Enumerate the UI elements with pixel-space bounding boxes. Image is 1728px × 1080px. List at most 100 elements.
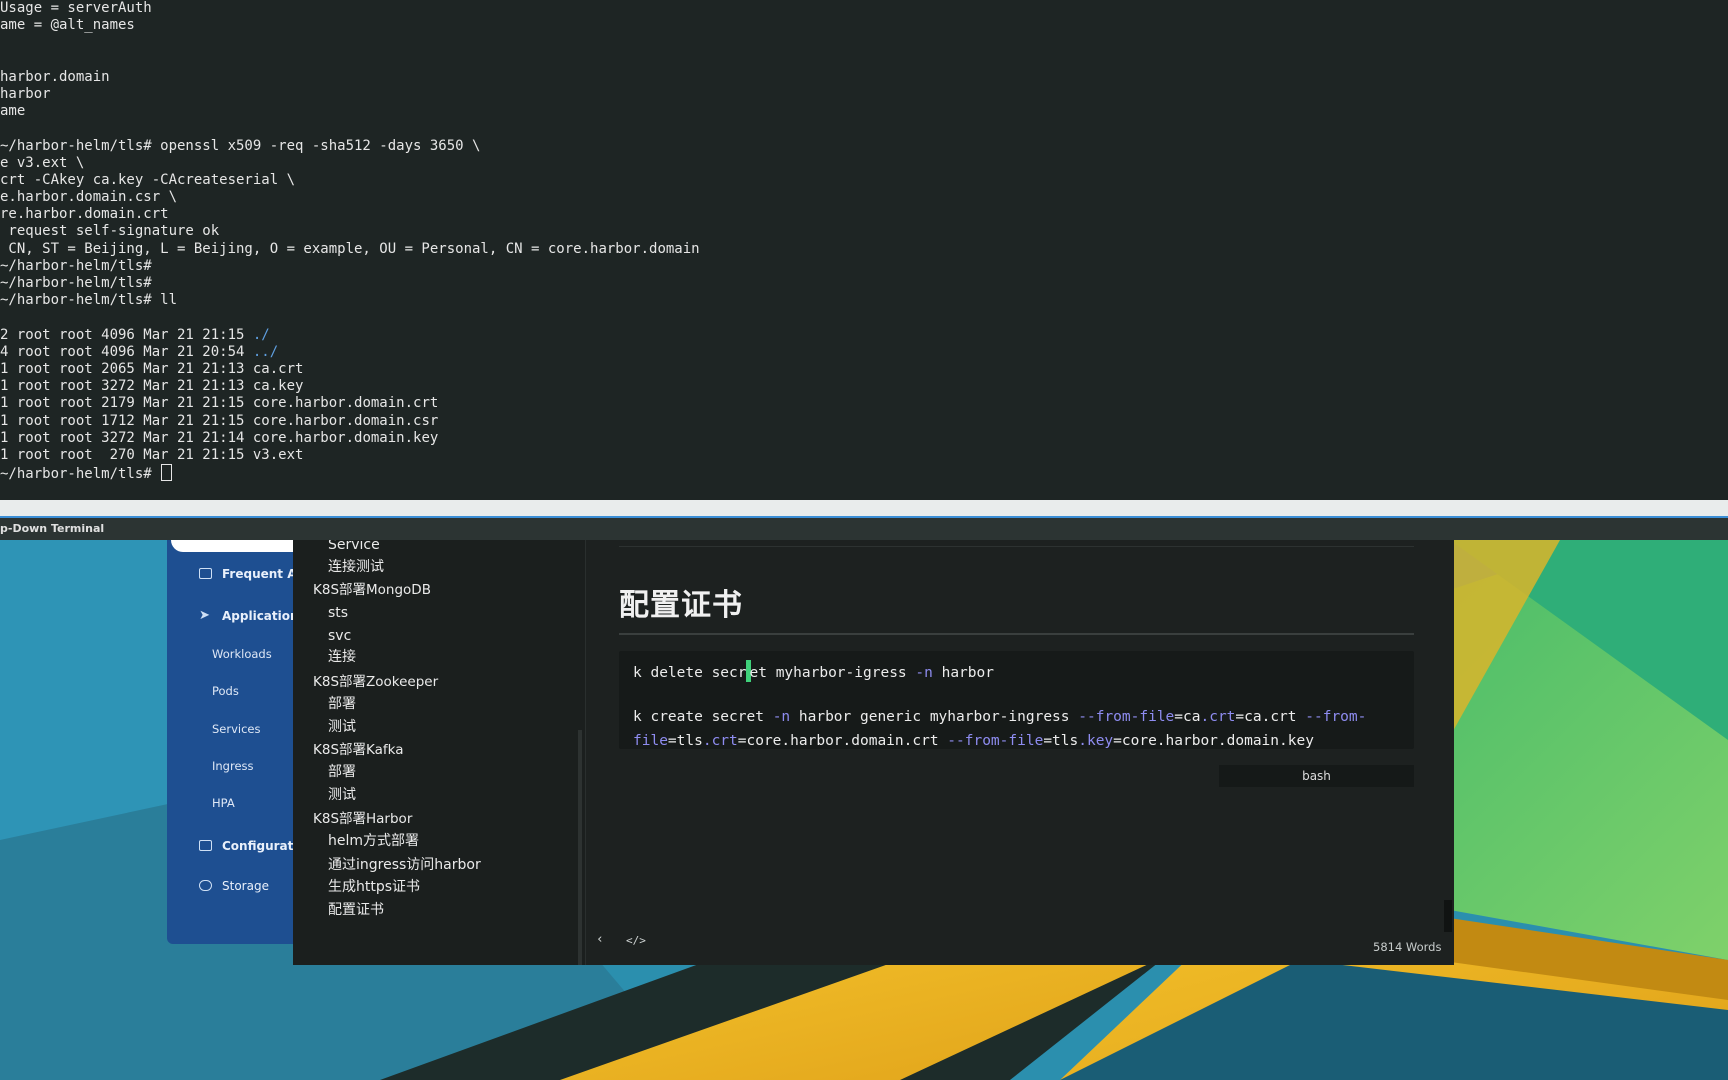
top-divider <box>619 546 1414 547</box>
send-icon: ➤ <box>199 608 210 623</box>
code-text: =ca <box>1174 709 1201 725</box>
outline-item[interactable]: 连接测试 <box>328 557 384 577</box>
briefcase-icon <box>199 840 212 851</box>
nav-pods[interactable]: Pods <box>212 681 239 701</box>
nav-hpa[interactable]: HPA <box>212 793 235 813</box>
word-count[interactable]: 5814 Words <box>1373 940 1441 954</box>
nav-label: Applications <box>222 609 297 623</box>
outline-item[interactable]: 生成https证书 <box>328 877 420 897</box>
nav-storage[interactable]: Storage <box>167 874 297 898</box>
code-text: k create secret <box>633 709 773 725</box>
outline-item[interactable]: 部署 <box>328 762 356 782</box>
markdown-editor[interactable]: 配置证书 k delete secr et myharbor-igress -n … <box>585 540 1454 965</box>
terminal-line: harbor <box>0 85 51 102</box>
terminal-line: ~/harbor-helm/tls# <box>0 257 152 274</box>
outline-item[interactable]: 测试 <box>328 717 356 737</box>
terminal-line: ~/harbor-helm/tls# ll <box>0 292 178 309</box>
outline-item[interactable]: K8S部署Zookeeper <box>313 672 438 692</box>
terminal-prompt[interactable]: ~/harbor-helm/tls# <box>0 464 1728 483</box>
outline-scrollbar[interactable] <box>578 730 582 965</box>
outline-item[interactable]: K8S部署MongoDB <box>313 580 431 600</box>
listing-row: 1 root root 3272 Mar 21 21:14 core.harbo… <box>0 430 1728 447</box>
terminal-output: Usage = serverAuth ame = @alt_namesharbor… <box>0 0 1728 327</box>
listing-row: 2 root root 4096 Mar 21 21:15 ./ <box>0 327 1728 344</box>
terminal-line: Usage = serverAuth <box>0 0 152 16</box>
terminal-titlebar[interactable]: p-Down Terminal <box>0 518 1728 540</box>
outline-item[interactable]: 通过ingress访问harbor <box>328 855 481 875</box>
code-line-3: file=tls.crt=core.harbor.domain.crt --fr… <box>633 731 1314 751</box>
code-block[interactable]: k delete secr et myharbor-igress -n harbo… <box>619 651 1414 749</box>
code-flag: file <box>633 733 668 749</box>
file-meta: 1 root root 270 Mar 21 21:15 <box>0 446 253 463</box>
file-meta: 1 root root 1712 Mar 21 21:15 <box>0 412 253 429</box>
prompt-text: ~/harbor-helm/tls# <box>0 466 161 483</box>
directory-name: ../ <box>252 343 279 360</box>
app-sidebar: Frequent Act ➤ Applications Workloads Po… <box>167 540 297 944</box>
outline-item[interactable]: sts <box>328 603 348 623</box>
listing-row: 1 root root 2179 Mar 21 21:15 core.harbo… <box>0 395 1728 412</box>
nav-label: Storage <box>222 879 269 893</box>
nav-applications[interactable]: ➤ Applications <box>167 604 297 628</box>
file-name: core.harbor.domain.crt <box>252 395 439 412</box>
code-flag: --from-file <box>1078 709 1175 725</box>
outline-item[interactable]: K8S部署Kafka <box>313 740 404 760</box>
nav-configuration[interactable]: Configuration <box>167 834 297 858</box>
code-text: =ca.crt <box>1235 709 1306 725</box>
listing-row: 1 root root 3272 Mar 21 21:13 ca.key <box>0 378 1728 395</box>
code-property: .crt <box>1200 709 1236 725</box>
listing-row: 1 root root 270 Mar 21 21:15 v3.ext <box>0 447 1728 464</box>
listing-row: 1 root root 2065 Mar 21 21:13 ca.crt <box>0 361 1728 378</box>
sidebar-top-cap <box>171 540 297 552</box>
code-flag: -n <box>772 709 791 725</box>
terminal-resize-bar[interactable] <box>0 500 1728 518</box>
file-name: ca.crt <box>252 360 304 377</box>
code-text: et myharbor-i <box>749 665 864 681</box>
nav-frequent-actions[interactable]: Frequent Act <box>167 562 297 586</box>
terminal-line: CN, ST = Beijing, L = Beijing, O = examp… <box>0 240 700 257</box>
outline-item[interactable]: 部署 <box>328 694 356 714</box>
directory-name: ./ <box>252 326 270 343</box>
code-flag: --from- <box>1305 709 1367 725</box>
code-line-1: k delete secr et myharbor-igress -n harbo… <box>633 660 994 683</box>
outline-item[interactable]: 连接 <box>328 647 356 667</box>
nav-label: Frequent Act <box>222 567 297 581</box>
nav-ingress[interactable]: Ingress <box>212 756 254 776</box>
nav-workloads[interactable]: Workloads <box>212 644 272 664</box>
code-language-selector[interactable]: bash <box>1219 765 1414 787</box>
document-outline: Service 连接测试 K8S部署MongoDB sts svc 连接 K8S部署Zook… <box>293 540 585 965</box>
file-name: core.harbor.domain.key <box>252 429 439 446</box>
source-code-icon[interactable]: </> <box>626 934 646 950</box>
code-text: k delete secr <box>633 665 747 681</box>
chevron-left-icon[interactable]: ‹ <box>596 932 604 948</box>
directory-listing: 2 root root 4096 Mar 21 21:15 ./4 root r… <box>0 327 1728 465</box>
database-icon <box>199 880 212 891</box>
file-name: ca.key <box>252 378 304 395</box>
terminal-window[interactable]: Usage = serverAuth ame = @alt_namesharbor… <box>0 0 1728 500</box>
outline-item[interactable]: Service <box>328 540 380 555</box>
code-property: .crt <box>702 733 738 749</box>
code-flag: -n <box>915 665 933 681</box>
outline-item[interactable]: K8S部署Harbor <box>313 809 412 829</box>
outline-item[interactable]: 测试 <box>328 785 356 805</box>
code-property: .key <box>1078 733 1114 749</box>
file-name: core.harbor.domain.csr <box>252 412 439 429</box>
file-name: v3.ext <box>252 446 304 463</box>
outline-item[interactable]: helm方式部署 <box>328 831 419 851</box>
section-heading[interactable]: 配置证书 <box>619 580 743 624</box>
terminal-line: ~/harbor-helm/tls# openssl x509 -req -sh… <box>0 137 481 154</box>
window-edge <box>1444 900 1452 932</box>
terminal-line: ~/harbor-helm/tls# <box>0 275 152 291</box>
file-meta: 1 root root 2179 Mar 21 21:15 <box>0 395 253 412</box>
code-flag: --from-file <box>947 733 1044 749</box>
nav-services[interactable]: Services <box>212 719 261 739</box>
code-text: =core.harbor.domain.crt <box>737 733 948 749</box>
file-meta: 1 root root 2065 Mar 21 21:13 <box>0 360 253 377</box>
listing-row: 4 root root 4096 Mar 21 20:54 ../ <box>0 344 1728 361</box>
outline-item[interactable]: svc <box>328 626 351 646</box>
terminal-title: p-Down Terminal <box>0 522 105 535</box>
code-text: =core.harbor.domain.key <box>1113 733 1314 749</box>
outline-item[interactable]: 配置证书 <box>328 900 384 920</box>
terminal-line: ame = @alt_names <box>0 17 135 34</box>
